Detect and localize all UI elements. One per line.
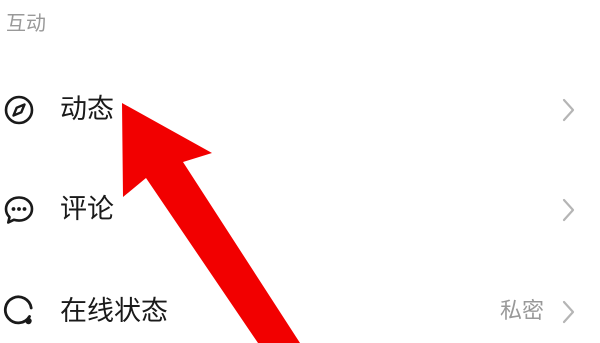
chevron-right-icon: [560, 195, 578, 225]
row-label-moments: 动态: [60, 94, 114, 125]
settings-row-moments[interactable]: 动态: [0, 80, 600, 140]
chevron-right-icon: [560, 297, 578, 327]
online-status-value: 私密: [499, 299, 544, 324]
section-title: 互动: [6, 11, 46, 35]
online-status-icon: [2, 295, 36, 329]
comment-bubble-icon: [2, 193, 36, 227]
compass-icon: [2, 93, 36, 127]
settings-row-online-status[interactable]: 在线状态 私密: [0, 282, 600, 342]
row-label-comments: 评论: [60, 194, 114, 225]
row-label-online-status: 在线状态: [60, 296, 168, 327]
settings-row-comments[interactable]: 评论: [0, 180, 600, 240]
chevron-right-icon: [560, 95, 578, 125]
